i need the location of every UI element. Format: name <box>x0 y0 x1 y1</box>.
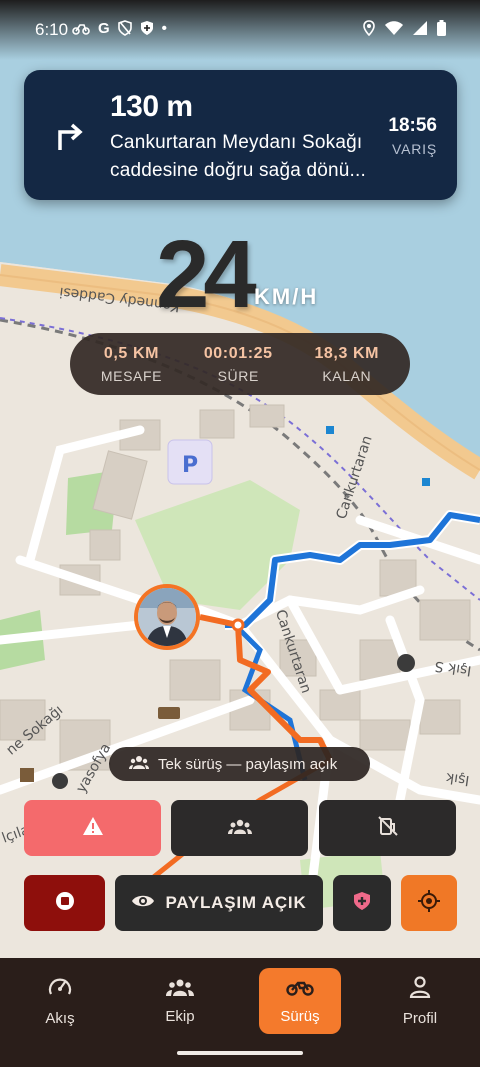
warning-triangle-icon <box>82 816 104 841</box>
wifi-icon <box>385 21 403 40</box>
nav-item-profil[interactable]: Profil <box>379 968 461 1034</box>
nav-label-ekip: Ekip <box>165 1007 195 1025</box>
person-icon <box>409 975 431 1002</box>
fuel-off-button[interactable] <box>319 800 456 856</box>
eye-icon <box>131 893 155 914</box>
location-pin-icon <box>363 20 375 41</box>
stat-distance-value: 0,5 KM <box>103 344 160 362</box>
stat-distance: 0,5 KM MESAFE <box>101 345 162 384</box>
speed-unit: KM/H <box>254 284 319 309</box>
share-button-label: PAYLAŞIM AÇIK <box>165 893 307 912</box>
stat-duration-label: SÜRE <box>217 367 259 384</box>
nav-item-akis[interactable]: Akış <box>19 968 101 1034</box>
battery-icon <box>437 20 446 41</box>
toggle-sharing-button[interactable]: PAYLAŞIM AÇIK <box>115 875 323 931</box>
sos-button[interactable] <box>333 875 391 931</box>
group-ride-button[interactable] <box>171 800 308 856</box>
recenter-button[interactable] <box>401 875 457 931</box>
turn-instruction-banner[interactable]: 130 m Cankurtaran Meydanı Sokağı caddesi… <box>24 70 457 200</box>
signal-icon <box>413 21 427 40</box>
share-chip-text: Tek sürüş — paylaşım açık <box>158 755 338 773</box>
nav-label-profil: Profil <box>402 1009 438 1027</box>
avatar <box>138 588 196 646</box>
crosshair-icon <box>418 889 440 917</box>
rider-location-marker[interactable] <box>134 584 200 650</box>
nav-item-surus[interactable]: Sürüş <box>259 968 341 1034</box>
status-bar: 6:10 G • <box>0 0 480 60</box>
shield-off-icon <box>117 20 132 40</box>
stat-duration-value: 00:01:25 <box>203 344 273 362</box>
share-status-chip: Tek sürüş — paylaşım açık <box>109 747 370 781</box>
group-icon <box>227 818 252 839</box>
status-time: 6:10 <box>35 20 69 39</box>
map-street-label-isik-2: Işık <box>444 769 470 788</box>
ride-stats-pill: 0,5 KM MESAFE 00:01:25 SÜRE 18,3 KM KALA… <box>70 333 410 395</box>
medical-shield-icon <box>353 891 371 916</box>
stat-remaining-value: 18,3 KM <box>314 344 380 362</box>
report-hazard-button[interactable] <box>24 800 161 856</box>
turn-instruction-text: Cankurtaran Meydanı Sokağı caddesine doğ… <box>110 132 366 181</box>
dot-icon: • <box>161 20 167 37</box>
stop-icon <box>55 891 75 916</box>
svg-text:P: P <box>182 453 198 478</box>
speed-value: 24 <box>156 221 257 328</box>
eta-time: 18:56 <box>388 115 437 136</box>
motorcycle-icon <box>286 978 314 1000</box>
google-icon: G <box>98 20 110 37</box>
nav-label-surus: Sürüş <box>280 1007 320 1025</box>
group-icon <box>129 755 149 773</box>
motorcycle-icon <box>72 20 90 40</box>
gesture-bar[interactable] <box>177 1051 303 1055</box>
stat-duration: 00:01:25 SÜRE <box>204 345 273 384</box>
stat-distance-label: MESAFE <box>100 367 163 384</box>
shield-icon <box>140 20 154 40</box>
nav-label-akis: Akış <box>45 1009 75 1027</box>
nav-item-ekip[interactable]: Ekip <box>139 968 221 1034</box>
status-right-icons <box>363 20 446 41</box>
stat-remaining-label: KALAN <box>322 367 372 384</box>
eta-label: VARIŞ <box>392 141 437 157</box>
speedometer-icon <box>48 976 72 1002</box>
turn-distance: 130 m <box>110 90 193 123</box>
fuel-off-icon <box>377 815 399 842</box>
status-left-icons: G • <box>72 20 167 40</box>
turn-right-arrow-icon <box>52 118 88 154</box>
stop-ride-button[interactable] <box>24 875 105 931</box>
stat-remaining: 18,3 KM KALAN <box>314 345 379 384</box>
group-icon <box>166 978 194 1000</box>
